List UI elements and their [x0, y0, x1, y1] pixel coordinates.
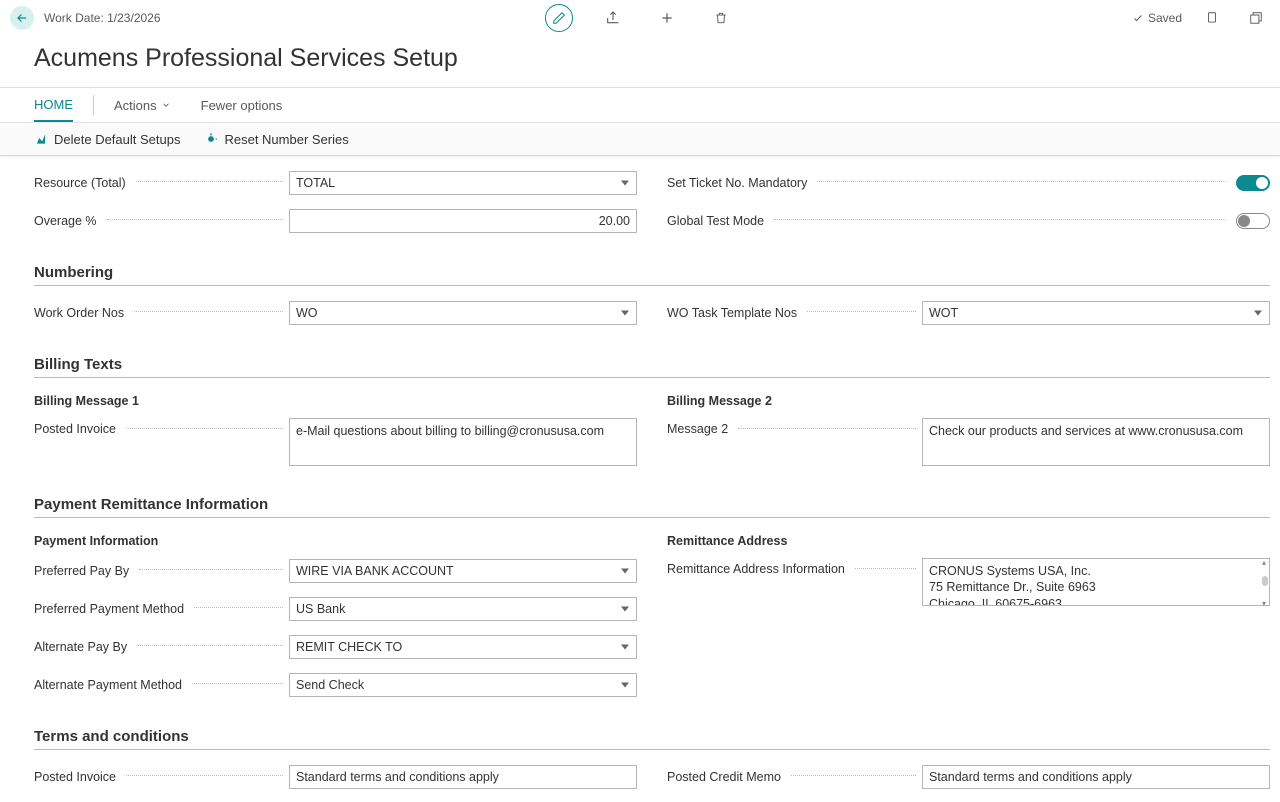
- pref-pay-by-select[interactable]: WIRE VIA BANK ACCOUNT: [289, 559, 637, 583]
- posted-invoice-textarea[interactable]: [289, 418, 637, 466]
- resource-total-select[interactable]: TOTAL: [289, 171, 637, 195]
- global-test-label: Global Test Mode: [667, 214, 770, 228]
- set-ticket-toggle[interactable]: [1236, 175, 1270, 191]
- saved-indicator: Saved: [1132, 11, 1182, 25]
- menu-fewer-options[interactable]: Fewer options: [201, 98, 283, 113]
- billing-header: Billing Texts: [34, 356, 1270, 378]
- edit-icon[interactable]: [545, 4, 573, 32]
- wo-nos-label: Work Order Nos: [34, 306, 130, 320]
- scrollbar-thumb[interactable]: [1262, 576, 1268, 586]
- terms-posted-credit-input[interactable]: [922, 765, 1270, 789]
- resource-total-label: Resource (Total): [34, 176, 132, 190]
- alt-method-label: Alternate Payment Method: [34, 678, 188, 692]
- delete-icon[interactable]: [707, 4, 735, 32]
- pin-icon[interactable]: [1198, 4, 1226, 32]
- numbering-header: Numbering: [34, 264, 1270, 286]
- billing-msg2-header: Billing Message 2: [667, 394, 1270, 408]
- delete-default-setups-button[interactable]: Delete Default Setups: [34, 132, 180, 147]
- billing-msg1-header: Billing Message 1: [34, 394, 637, 408]
- alt-method-select[interactable]: Send Check: [289, 673, 637, 697]
- menu-home[interactable]: HOME: [34, 88, 73, 122]
- pref-method-label: Preferred Payment Method: [34, 602, 190, 616]
- share-icon[interactable]: [599, 4, 627, 32]
- wo-task-select[interactable]: WOT: [922, 301, 1270, 325]
- payment-info-header: Payment Information: [34, 534, 637, 548]
- wo-task-label: WO Task Template Nos: [667, 306, 803, 320]
- terms-posted-credit-label: Posted Credit Memo: [667, 770, 787, 784]
- terms-posted-invoice-label: Posted Invoice: [34, 770, 122, 784]
- page-title: Acumens Professional Services Setup: [0, 36, 1280, 87]
- payment-header: Payment Remittance Information: [34, 496, 1270, 518]
- posted-invoice-label: Posted Invoice: [34, 418, 122, 436]
- global-test-toggle[interactable]: [1236, 213, 1270, 229]
- set-ticket-label: Set Ticket No. Mandatory: [667, 176, 813, 190]
- message2-textarea[interactable]: [922, 418, 1270, 466]
- remit-addr-textarea[interactable]: [922, 558, 1270, 606]
- delete-setups-icon: [34, 132, 48, 146]
- remit-addr-label: Remittance Address Information: [667, 558, 851, 576]
- work-date: Work Date: 1/23/2026: [44, 11, 161, 25]
- terms-posted-invoice-input[interactable]: [289, 765, 637, 789]
- scroll-down-icon[interactable]: ▾: [1260, 601, 1268, 607]
- message2-label: Message 2: [667, 418, 734, 436]
- overage-label: Overage %: [34, 214, 103, 228]
- menu-actions[interactable]: Actions: [114, 98, 171, 113]
- remit-addr-header: Remittance Address: [667, 534, 1270, 548]
- expand-icon[interactable]: [1242, 4, 1270, 32]
- pref-pay-by-label: Preferred Pay By: [34, 564, 135, 578]
- wo-nos-select[interactable]: WO: [289, 301, 637, 325]
- new-icon[interactable]: [653, 4, 681, 32]
- back-button[interactable]: [10, 6, 34, 30]
- terms-header: Terms and conditions: [34, 728, 1270, 750]
- reset-number-series-button[interactable]: Reset Number Series: [204, 132, 348, 147]
- chevron-down-icon: [161, 100, 171, 110]
- pref-method-select[interactable]: US Bank: [289, 597, 637, 621]
- overage-input[interactable]: [289, 209, 637, 233]
- alt-pay-by-select[interactable]: REMIT CHECK TO: [289, 635, 637, 659]
- scroll-up-icon[interactable]: ▴: [1260, 560, 1268, 566]
- alt-pay-by-label: Alternate Pay By: [34, 640, 133, 654]
- reset-numbers-icon: [204, 132, 218, 146]
